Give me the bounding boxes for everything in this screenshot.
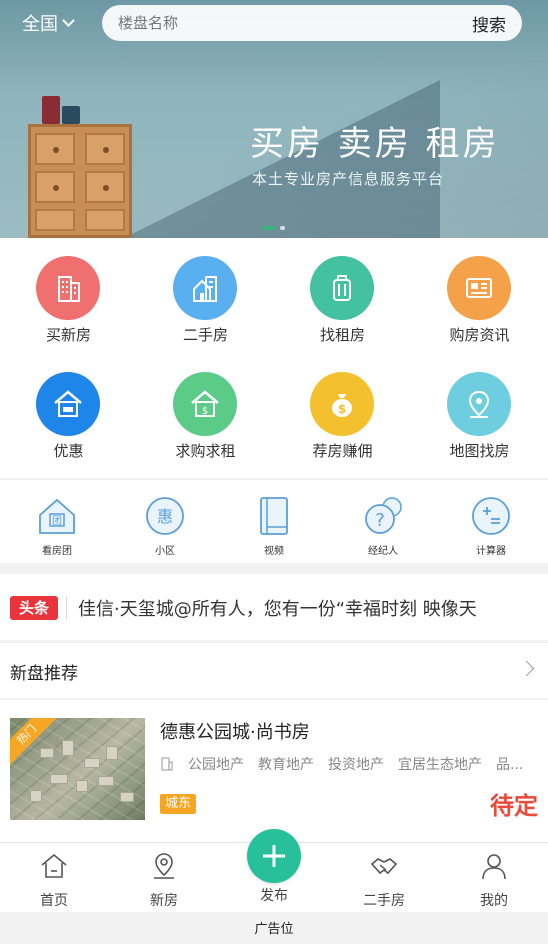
- agent-question-icon: ?: [361, 494, 405, 538]
- quick-link-label: 计算器: [476, 546, 506, 557]
- svg-text:惠: 惠: [157, 507, 173, 526]
- quick-link-tour[interactable]: 团 看房团: [2, 494, 112, 557]
- quick-link-video[interactable]: 视频: [219, 494, 329, 557]
- quick-link-label: 经纪人: [368, 546, 398, 557]
- house-building-icon: [173, 256, 237, 320]
- building-icon: [161, 757, 173, 771]
- listing-thumbnail[interactable]: 热门: [10, 718, 145, 820]
- hot-ribbon: 热门: [10, 718, 59, 767]
- bottom-navigation: 首页 新房 发布 二手房 我的: [0, 829, 548, 912]
- nav-label: 我的: [480, 893, 508, 909]
- house-money-icon: $: [173, 372, 237, 436]
- divider: [66, 596, 67, 620]
- hui-icon: 惠: [143, 494, 187, 538]
- calculator-icon: [469, 494, 513, 538]
- svg-text:$: $: [338, 402, 346, 416]
- grid-label: 荐房赚佣: [312, 442, 373, 460]
- search-button[interactable]: 搜索: [472, 11, 506, 36]
- carousel-indicator: [262, 226, 285, 230]
- listing-tag: 教育地产: [258, 757, 314, 773]
- home-icon: [41, 853, 67, 878]
- grid-label: 买新房: [45, 326, 91, 344]
- listing-price: 待定: [490, 792, 538, 820]
- listing-tag: 投资地产: [328, 757, 384, 773]
- nav-me[interactable]: 我的: [444, 851, 544, 910]
- search-input[interactable]: [118, 5, 438, 41]
- carousel-dot[interactable]: [280, 226, 285, 230]
- svg-text:$: $: [202, 406, 208, 417]
- money-bag-icon: $: [310, 372, 374, 436]
- city-selector[interactable]: 全国: [22, 10, 75, 36]
- grid-label: 找租房: [319, 326, 365, 344]
- quick-link-agent[interactable]: ? 经纪人: [328, 494, 438, 557]
- quick-link-label: 视频: [264, 546, 284, 557]
- nav-second-hand[interactable]: 二手房: [334, 851, 434, 910]
- svg-text:团: 团: [52, 515, 62, 527]
- grid-item-map[interactable]: 地图找房: [411, 354, 548, 472]
- grid-label: 二手房: [182, 326, 228, 344]
- group-house-icon: 团: [35, 494, 79, 538]
- quick-link-calculator[interactable]: 计算器: [436, 494, 546, 557]
- svg-text:?: ?: [375, 510, 385, 531]
- city-label: 全国: [22, 14, 58, 35]
- map-pin-icon: [447, 372, 511, 436]
- chevron-right-icon[interactable]: [518, 660, 535, 677]
- district-badge: 城东: [160, 794, 197, 814]
- grid-item-news[interactable]: 购房资讯: [411, 238, 548, 356]
- grid-label: 求购求租: [175, 442, 236, 460]
- headline-text[interactable]: 佳信·天玺城@所有人，您有一份“幸福时刻 映像天: [78, 595, 548, 621]
- grid-item-new-house[interactable]: 买新房: [0, 238, 137, 356]
- grid-label: 购房资讯: [449, 326, 510, 344]
- listing-title[interactable]: 德惠公园城·尚书房: [160, 718, 310, 744]
- user-icon: [482, 854, 506, 880]
- chevron-down-icon: [62, 13, 75, 27]
- grid-item-wanted[interactable]: $ 求购求租: [137, 354, 274, 472]
- video-book-icon: [252, 494, 296, 538]
- publish-button[interactable]: [247, 829, 301, 883]
- headline-badge: 头条: [10, 596, 58, 620]
- quick-link-label: 看房团: [42, 546, 72, 557]
- ad-slot[interactable]: 广告位: [0, 912, 548, 944]
- grid-label: 地图找房: [449, 442, 510, 460]
- banner-subtitle: 本土专业房产信息服务平台: [252, 170, 445, 188]
- grid-item-refer[interactable]: $ 荐房赚佣: [274, 354, 411, 472]
- grid-item-discount[interactable]: 优惠: [0, 354, 137, 472]
- listing-tags: 公园地产 教育地产 投资地产 宜居生态地产 品...: [160, 754, 545, 774]
- nav-label: 二手房: [363, 893, 405, 909]
- handshake-icon: [370, 858, 398, 875]
- cup-image: [62, 106, 80, 124]
- plus-icon: [263, 845, 285, 867]
- suitcase-icon: [310, 256, 374, 320]
- listing-tag: 公园地产: [188, 757, 244, 773]
- location-icon: [154, 853, 174, 879]
- grid-item-rent[interactable]: 找租房: [274, 238, 411, 356]
- listing-card[interactable]: 热门 德惠公园城·尚书房 公园地产 教育地产 投资地产 宜居生态地产 品... …: [0, 700, 548, 842]
- quick-links: 团 看房团 惠 小区 视频 ? 经纪人 计算器: [0, 479, 548, 563]
- feature-grid: 买新房 二手房 找租房 购房资讯 优惠 $ 求购求租 $ 荐房赚佣 地图找房: [0, 238, 548, 478]
- news-icon: [447, 256, 511, 320]
- headline-ticker[interactable]: 头条 佳信·天玺城@所有人，您有一份“幸福时刻 映像天: [0, 574, 548, 640]
- quick-link-label: 小区: [155, 546, 175, 557]
- building-icon: [36, 256, 100, 320]
- nav-new-house[interactable]: 新房: [114, 851, 214, 910]
- nav-label: 首页: [40, 893, 68, 909]
- listing-tag: 宜居生态地产: [398, 757, 482, 773]
- nav-label: 新房: [150, 893, 178, 909]
- nav-label: 发布: [260, 888, 288, 904]
- cup-image: [42, 96, 60, 124]
- quick-link-community[interactable]: 惠 小区: [110, 494, 220, 557]
- house-coupon-icon: [36, 372, 100, 436]
- nav-home[interactable]: 首页: [4, 851, 104, 910]
- grid-label: 优惠: [53, 442, 84, 460]
- listing-tag: 品...: [496, 757, 524, 773]
- section-title: 新盘推荐: [10, 664, 78, 684]
- cabinet-image: [28, 124, 132, 238]
- carousel-dot-active[interactable]: [262, 226, 276, 230]
- search-bar[interactable]: 搜索: [102, 5, 522, 41]
- banner-title: 买房 卖房 租房: [250, 124, 500, 164]
- grid-item-second-hand[interactable]: 二手房: [137, 238, 274, 356]
- new-listings-header[interactable]: 新盘推荐: [0, 642, 548, 698]
